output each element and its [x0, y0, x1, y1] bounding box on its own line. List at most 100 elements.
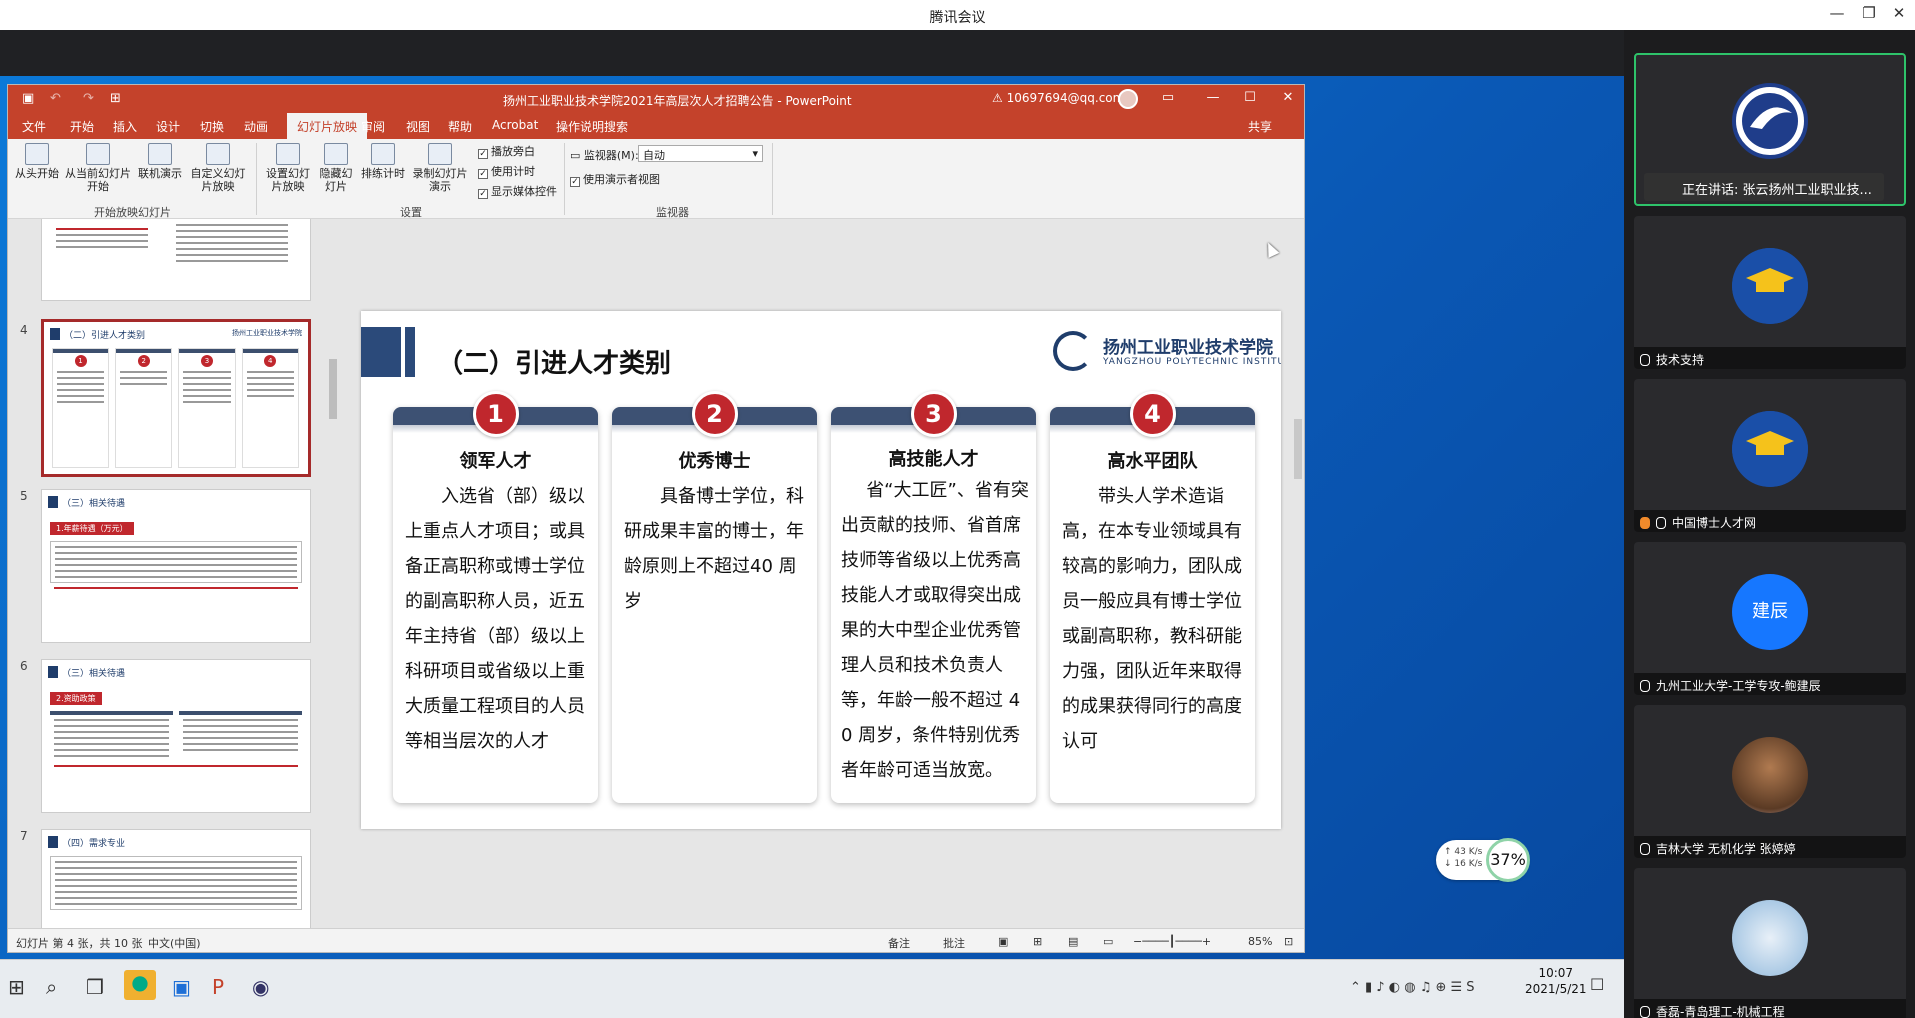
slide-editor: （二）引进人才类别 扬州工业职业技术学院 YANGZHOU POLYTECHNI…: [339, 219, 1291, 928]
system-clock[interactable]: 10:07 2021/5/21: [1525, 965, 1587, 997]
participant-tile-1[interactable]: 正在讲话: 张云扬州工业职业技...: [1634, 53, 1906, 206]
thumbnail-scrollbar[interactable]: [328, 219, 338, 928]
school-emblem-icon: [1742, 93, 1798, 149]
monitor-select[interactable]: 自动 ▾: [638, 145, 763, 162]
task-view-icon[interactable]: ❒: [86, 975, 104, 999]
slideshow-quick-icon[interactable]: ⊞: [110, 91, 121, 106]
speaking-indicator: 正在讲话: 张云扬州工业职业技...: [1644, 173, 1884, 201]
tab-acrobat[interactable]: Acrobat: [492, 118, 538, 132]
ppt-close-button[interactable]: ✕: [1278, 90, 1298, 105]
slide-count: 幻灯片 第 4 张，共 10 张: [16, 937, 143, 950]
close-button[interactable]: ✕: [1888, 4, 1910, 22]
notification-icon[interactable]: ☐: [1590, 975, 1604, 994]
participant-tile-5[interactable]: 吉林大学 无机化学 张婷婷: [1634, 705, 1906, 858]
tab-file[interactable]: 文件: [22, 118, 46, 135]
sorter-view-icon[interactable]: ⊞: [1033, 935, 1042, 948]
card-number-badge: 2: [691, 391, 738, 437]
ribbon-tabs: 文件 开始 插入 设计 切换 动画 幻灯片放映 审阅 视图 帮助 Acrobat…: [8, 113, 1304, 139]
meeting-title: 腾讯会议: [929, 10, 986, 26]
thumbnail-slide-4[interactable]: （二）引进人才类别 扬州工业职业技术学院 1 2 3 4: [41, 319, 311, 477]
chevron-down-icon: ▾: [752, 147, 758, 160]
undo-icon[interactable]: ↶: [50, 91, 61, 106]
timing-checkbox[interactable]: ✓ 使用计时: [478, 163, 535, 179]
ribbon-display-icon[interactable]: ▭: [1158, 90, 1178, 105]
zoom-level[interactable]: 85%: [1248, 935, 1272, 948]
zoom-slider[interactable]: −────┃────+: [1133, 935, 1211, 948]
app-icon[interactable]: ◉: [252, 975, 269, 999]
tab-insert[interactable]: 插入: [113, 118, 137, 135]
group-setup-label: 设置: [400, 206, 422, 219]
tab-animations[interactable]: 动画: [244, 118, 268, 135]
save-icon[interactable]: ▣: [22, 91, 34, 106]
play-current-icon: [86, 143, 110, 165]
user-avatar[interactable]: [1118, 89, 1138, 109]
presenter-view-checkbox[interactable]: ✓ 使用演示者视图: [570, 171, 660, 187]
maximize-button[interactable]: ❐: [1858, 4, 1880, 22]
slide-scrollbar[interactable]: [1291, 219, 1304, 928]
account-label[interactable]: ⚠ 10697694@qq.com: [992, 91, 1124, 105]
reading-view-icon[interactable]: ▤: [1068, 935, 1078, 948]
card-body: 入选省（部）级以上重点人才项目；或具备正高职称或博士学位的副高职称人员，近五年主…: [405, 486, 585, 752]
tab-design[interactable]: 设计: [156, 118, 180, 135]
tab-home[interactable]: 开始: [70, 118, 94, 135]
narration-checkbox[interactable]: ✓ 播放旁白: [478, 143, 535, 159]
normal-view-icon[interactable]: ▣: [998, 935, 1008, 948]
current-slide[interactable]: （二）引进人才类别 扬州工业职业技术学院 YANGZHOU POLYTECHNI…: [361, 311, 1281, 829]
tab-review[interactable]: 审阅: [361, 118, 385, 135]
tencent-meeting-icon[interactable]: ▣: [172, 975, 191, 999]
mic-icon: [1640, 1006, 1650, 1018]
tell-me-search[interactable]: 操作说明搜索: [556, 118, 628, 135]
search-icon[interactable]: ⌕: [46, 975, 57, 999]
card-number-badge: 1: [472, 391, 519, 437]
from-current-button[interactable]: 从当前幻灯片开始: [64, 143, 132, 193]
thumbnail-slide-3[interactable]: [41, 219, 311, 301]
setup-show-button[interactable]: 设置幻灯片放映: [262, 143, 314, 193]
record-button[interactable]: 录制幻灯片演示: [410, 143, 470, 193]
participant-tile-2[interactable]: 技术支持: [1634, 216, 1906, 369]
fit-window-icon[interactable]: ⊡: [1284, 935, 1293, 948]
from-start-button[interactable]: 从头开始: [14, 143, 60, 180]
card-number-badge: 4: [1129, 391, 1176, 437]
share-button[interactable]: 共享: [1248, 118, 1272, 135]
school-emblem-icon: [1053, 331, 1093, 371]
tab-transitions[interactable]: 切换: [200, 118, 224, 135]
hide-slide-button[interactable]: 隐藏幻灯片: [318, 143, 354, 193]
online-present-button[interactable]: 联机演示: [136, 143, 184, 180]
graduation-cap-icon: [1732, 248, 1808, 324]
rehearse-button[interactable]: 排练计时: [360, 143, 406, 180]
participant-tile-6[interactable]: 香磊-青岛理工-机械工程: [1634, 868, 1906, 1018]
tab-help[interactable]: 帮助: [448, 118, 472, 135]
status-bar: 幻灯片 第 4 张，共 10 张 中文(中国) 备注 批注 ▣ ⊞ ▤ ▭ −─…: [8, 928, 1304, 952]
card-body: 省“大工匠”、省有突出贡献的技师、省首席技师等省级以上优秀高技能人才或取得突出成…: [841, 480, 1029, 781]
meeting-title-bar: 腾讯会议 — ❐ ✕: [0, 0, 1915, 30]
cpu-usage: 37%: [1486, 838, 1530, 882]
mic-icon: [1640, 354, 1650, 366]
slideshow-view-icon[interactable]: ▭: [1103, 935, 1113, 948]
language[interactable]: 中文(中国): [148, 935, 201, 951]
ppt-minimize-button[interactable]: —: [1203, 90, 1223, 105]
custom-show-button[interactable]: 自定义幻灯片放映: [188, 143, 248, 193]
redo-icon[interactable]: ↷: [83, 91, 94, 106]
participant-tile-4[interactable]: 建辰 九州工业大学-工学专攻-鲍建辰: [1634, 542, 1906, 695]
initials-avatar: 建辰: [1732, 574, 1808, 650]
thumbnail-slide-6[interactable]: （三）相关待遇 2.资助政策: [41, 659, 311, 813]
wechat-icon[interactable]: ●: [124, 970, 156, 1000]
ppt-maximize-button[interactable]: ☐: [1240, 90, 1260, 105]
tray-icons[interactable]: ⌃ ▮ ♪ ◐ ◍ ♫ ⊕ ☰ S: [1350, 980, 1475, 995]
notes-button[interactable]: 备注: [888, 935, 910, 951]
windows-start-icon[interactable]: ⊞: [8, 975, 25, 999]
network-monitor[interactable]: ↑ 43 K/s ↓ 16 K/s 37%: [1436, 838, 1530, 882]
media-controls-checkbox[interactable]: ✓ 显示媒体控件: [478, 183, 557, 199]
minimize-button[interactable]: —: [1826, 4, 1848, 22]
participant-tile-3[interactable]: 中国博士人才网: [1634, 379, 1906, 532]
thumbnail-slide-5[interactable]: （三）相关待遇 1.年薪待遇（万元）: [41, 489, 311, 643]
ribbon-slideshow: 从头开始 从当前幻灯片开始 联机演示 自定义幻灯片放映 开始放映幻灯片 设置幻灯…: [8, 139, 1304, 219]
tab-view[interactable]: 视图: [406, 118, 430, 135]
group-start-label: 开始放映幻灯片: [94, 206, 171, 219]
graduation-cap-icon: [1732, 411, 1808, 487]
comments-button[interactable]: 批注: [943, 935, 965, 951]
divider: [772, 143, 773, 215]
thumbnail-slide-7[interactable]: （四）需求专业: [41, 829, 311, 928]
powerpoint-icon[interactable]: P: [212, 975, 224, 999]
tab-slideshow[interactable]: 幻灯片放映: [287, 113, 368, 139]
